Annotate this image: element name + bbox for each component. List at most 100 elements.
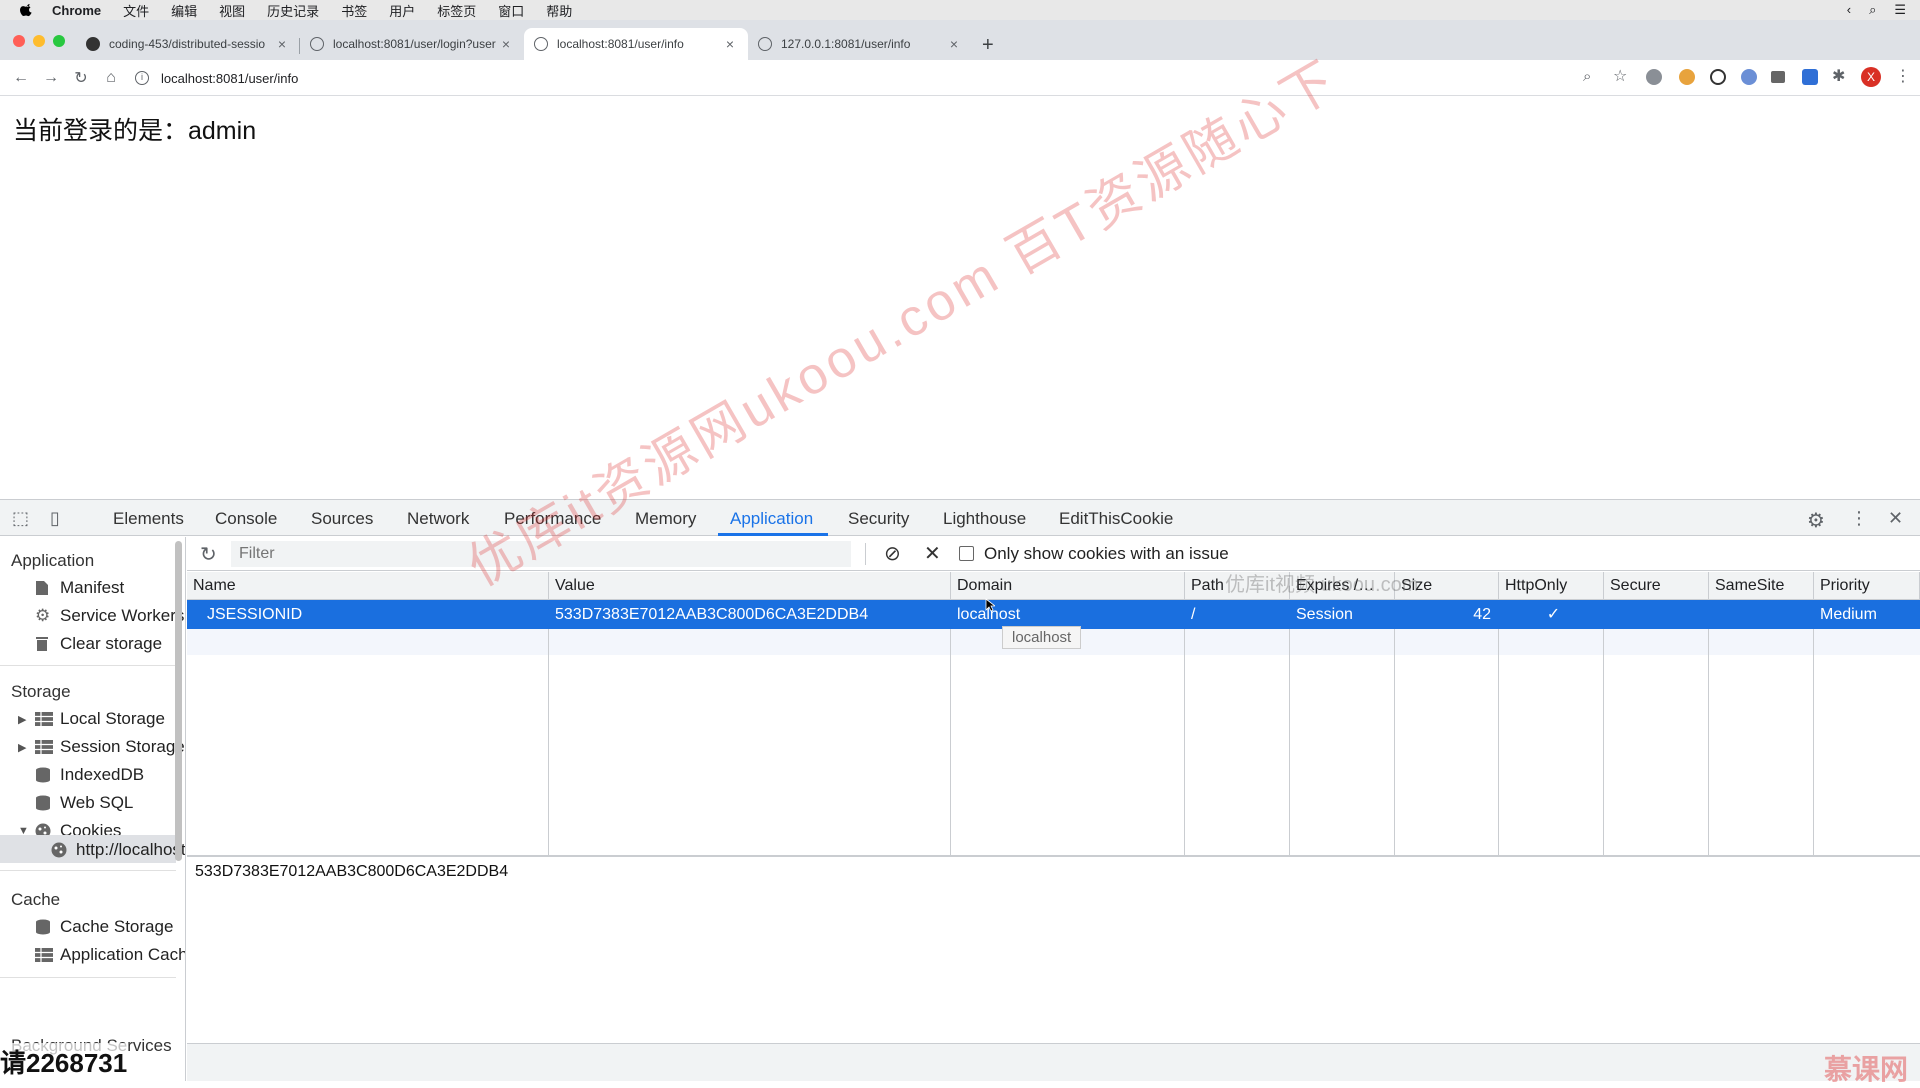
cell-priority[interactable]: Medium <box>1814 600 1918 629</box>
cell-secure[interactable] <box>1604 600 1707 629</box>
sidebar-item-manifest[interactable]: Manifest <box>35 578 124 598</box>
sidebar-scrollbar[interactable] <box>175 541 182 861</box>
devtools-tab-memory[interactable]: Memory <box>635 509 696 529</box>
devtools-tab-sources[interactable]: Sources <box>311 509 373 529</box>
chrome-menu-icon[interactable]: ⋮ <box>1895 66 1911 86</box>
table-grid-icon <box>35 739 53 755</box>
cell-name[interactable]: JSESSIONID <box>201 600 547 629</box>
devtools-tab-network[interactable]: Network <box>407 509 469 529</box>
back-button[interactable]: ← <box>6 69 36 87</box>
extension-icon[interactable] <box>1646 69 1662 85</box>
column-header-samesite[interactable]: SameSite <box>1709 572 1814 600</box>
tab-close-icon[interactable]: × <box>274 36 290 52</box>
cookie-filter-input[interactable] <box>231 541 851 567</box>
menu-people[interactable]: 用户 <box>389 1 415 20</box>
menu-view[interactable]: 视图 <box>219 1 245 20</box>
cookie-extension-icon[interactable] <box>1679 69 1695 85</box>
menu-window[interactable]: 窗口 <box>498 1 524 20</box>
reload-button[interactable]: ↻ <box>66 68 96 88</box>
apple-icon[interactable] <box>20 3 34 17</box>
extension-icon[interactable] <box>1710 69 1726 85</box>
inspect-element-icon[interactable]: ⬚ <box>12 508 29 529</box>
column-header-size[interactable]: Size <box>1395 572 1499 600</box>
menu-file[interactable]: 文件 <box>123 1 149 20</box>
expand-triangle-icon[interactable]: ▶ <box>18 713 26 726</box>
devtools-tab-lighthouse[interactable]: Lighthouse <box>943 509 1026 529</box>
sidebar-item-clear-storage[interactable]: Clear storage <box>35 634 162 654</box>
menu-history[interactable]: 历史记录 <box>267 1 319 20</box>
tab-close-icon[interactable]: × <box>722 36 738 52</box>
forward-button[interactable]: → <box>36 69 66 87</box>
more-options-icon[interactable]: ⋮ <box>1850 508 1868 529</box>
menu-bookmarks[interactable]: 书签 <box>341 1 367 20</box>
only-issue-checkbox[interactable] <box>959 546 974 561</box>
sidebar-item-web-sql[interactable]: Web SQL <box>35 793 133 813</box>
sidebar-item-cookie-origin[interactable]: http://localhost:8081 <box>51 840 185 860</box>
spotlight-search-icon[interactable]: ⌕ <box>1869 2 1876 18</box>
extension-icon[interactable] <box>1741 69 1757 85</box>
devtools-tab-performance[interactable]: Performance <box>504 509 601 529</box>
cell-path[interactable]: / <box>1185 600 1288 629</box>
menu-app-chrome[interactable]: Chrome <box>52 3 101 18</box>
extension-icon[interactable] <box>1802 69 1818 85</box>
delete-selected-icon[interactable]: ✕ <box>924 541 941 566</box>
tab-close-icon[interactable]: × <box>946 36 962 52</box>
refresh-icon[interactable]: ↻ <box>200 542 217 567</box>
devtools-tab-application[interactable]: Application <box>730 509 813 529</box>
browser-tab[interactable]: coding-453/distributed-sessio × <box>76 28 300 60</box>
devtools-bottom-bar: 慕课网 <box>187 1043 1920 1085</box>
bookmark-star-icon[interactable]: ☆ <box>1613 66 1627 86</box>
settings-gear-icon[interactable]: ⚙ <box>1807 508 1825 533</box>
sidebar-item-service-workers[interactable]: ⚙ Service Workers <box>35 606 184 626</box>
column-header-expires[interactable]: Expires /… <box>1290 572 1395 600</box>
tab-close-icon[interactable]: × <box>498 36 514 52</box>
cell-size[interactable]: 42 <box>1395 600 1491 629</box>
control-center-icon[interactable]: ☰ <box>1894 2 1906 18</box>
menu-tab[interactable]: 标签页 <box>437 1 476 20</box>
cell-samesite[interactable] <box>1709 600 1812 629</box>
devtools-tab-security[interactable]: Security <box>848 509 909 529</box>
devtools-tab-console[interactable]: Console <box>215 509 277 529</box>
sidebar-item-indexeddb[interactable]: IndexedDB <box>35 765 144 785</box>
expand-triangle-icon[interactable]: ▶ <box>18 741 26 754</box>
profile-avatar[interactable]: X <box>1861 67 1881 87</box>
url-text[interactable]: localhost:8081/user/info <box>161 71 298 86</box>
chevron-left-icon[interactable]: ‹ <box>1847 2 1851 18</box>
device-toolbar-icon[interactable]: ▯ <box>50 508 60 529</box>
cell-value[interactable]: 533D7383E7012AAB3C800D6CA3E2DDB4 <box>549 600 949 629</box>
cell-expires[interactable]: Session <box>1290 600 1393 629</box>
home-button[interactable]: ⌂ <box>96 69 126 87</box>
zoom-icon[interactable]: ⌕ <box>1583 68 1591 85</box>
cell-httponly[interactable]: ✓ <box>1499 600 1602 629</box>
column-header-httponly[interactable]: HttpOnly <box>1499 572 1604 600</box>
sidebar-item-application-cache[interactable]: Application Cache <box>35 945 185 965</box>
column-header-value[interactable]: Value <box>549 572 951 600</box>
column-header-path[interactable]: Path <box>1185 572 1290 600</box>
menu-edit[interactable]: 编辑 <box>171 1 197 20</box>
browser-tab-active[interactable]: localhost:8081/user/info × <box>524 28 748 60</box>
window-minimize-button[interactable] <box>33 35 45 47</box>
window-close-button[interactable] <box>13 35 25 47</box>
devtools-tab-elements[interactable]: Elements <box>113 509 184 529</box>
sidebar-item-local-storage[interactable]: ▶ Local Storage <box>18 709 165 729</box>
table-grid-icon <box>35 711 53 727</box>
menu-help[interactable]: 帮助 <box>546 1 572 20</box>
window-zoom-button[interactable] <box>53 35 65 47</box>
column-header-secure[interactable]: Secure <box>1604 572 1709 600</box>
close-devtools-icon[interactable]: ✕ <box>1888 508 1903 529</box>
browser-tab[interactable]: 127.0.0.1:8081/user/info × <box>748 28 972 60</box>
new-tab-button[interactable]: + <box>982 34 994 57</box>
sidebar-item-cache-storage[interactable]: Cache Storage <box>35 917 173 937</box>
preview-value-text[interactable]: 533D7383E7012AAB3C800D6CA3E2DDB4 <box>195 863 508 881</box>
sidebar-item-session-storage[interactable]: ▶ Session Storage <box>18 737 185 757</box>
clear-all-icon[interactable]: ⊘ <box>884 541 901 566</box>
extension-icon[interactable] <box>1771 71 1785 83</box>
browser-tab[interactable]: localhost:8081/user/login?user × <box>300 28 524 60</box>
devtools-tab-editthiscookie[interactable]: EditThisCookie <box>1059 509 1173 529</box>
address-bar[interactable]: i localhost:8081/user/info <box>135 64 298 92</box>
column-header-domain[interactable]: Domain <box>951 572 1185 600</box>
site-info-icon[interactable]: i <box>135 71 149 85</box>
puzzle-extensions-icon[interactable]: ✱ <box>1832 66 1845 86</box>
column-header-name[interactable]: Name <box>187 572 549 600</box>
column-header-priority[interactable]: Priority <box>1814 572 1920 600</box>
